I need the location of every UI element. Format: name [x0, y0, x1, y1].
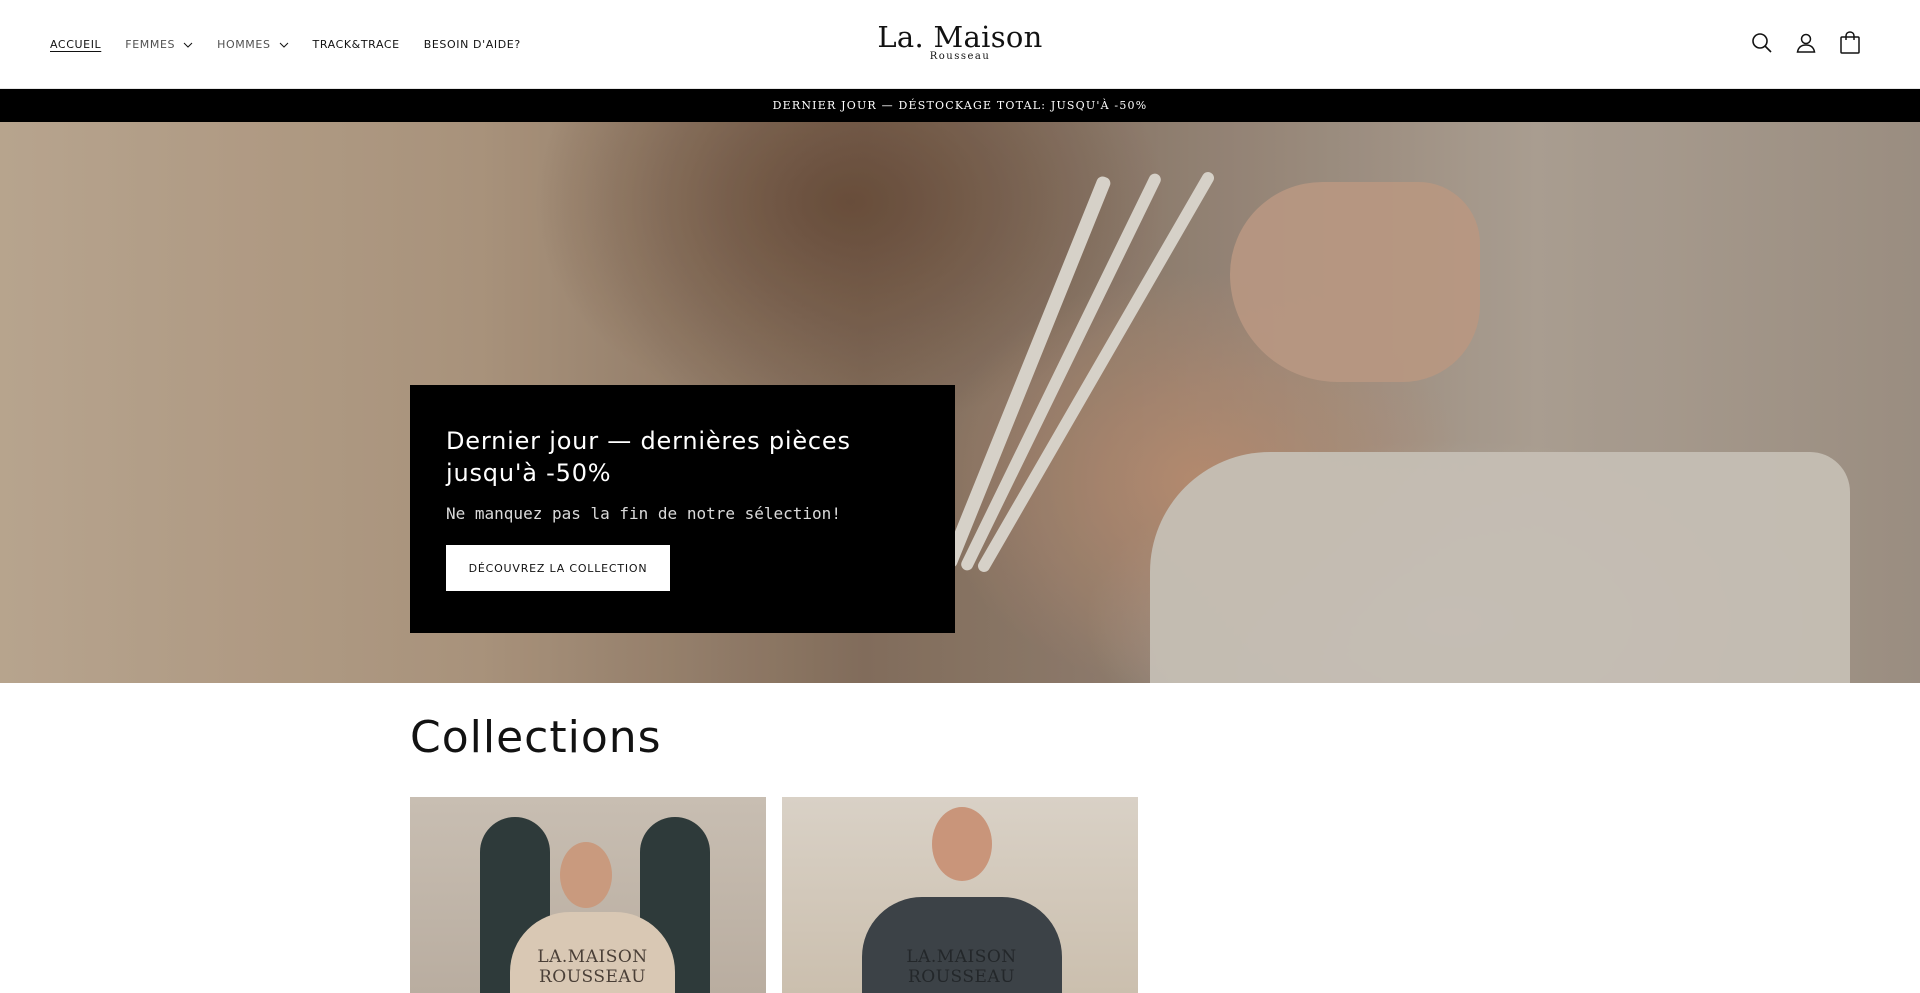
nav-item-label: TRACK&TRACE [312, 38, 400, 51]
card-print-text: LA.MAISON ROUSSEAU [906, 947, 1017, 987]
nav-item-label: HOMMES [217, 38, 271, 51]
card-image-head [560, 842, 612, 908]
hero-banner: Dernier jour — dernières pièces jusqu'à … [0, 122, 1920, 683]
collections-heading: Collections [410, 712, 662, 763]
nav-item-hommes[interactable]: HOMMES [217, 38, 288, 51]
hero-content-box: Dernier jour — dernières pièces jusqu'à … [410, 385, 955, 633]
cart-icon[interactable] [1838, 30, 1862, 56]
nav-item-accueil[interactable]: ACCUEIL [50, 38, 101, 51]
site-header: ACCUEIL FEMMES HOMMES TRACK&TRACE BESOIN… [0, 0, 1920, 89]
announcement-text: DERNIER JOUR — DÉSTOCKAGE TOTAL: JUSQU'À… [772, 99, 1148, 112]
chevron-down-icon [183, 42, 193, 48]
nav-item-femmes[interactable]: FEMMES [125, 38, 193, 51]
card-print-text: LA.MAISON ROUSSEAU [537, 947, 648, 987]
hero-subtitle: Ne manquez pas la fin de notre sélection… [446, 504, 841, 523]
nav-item-label: FEMMES [125, 38, 176, 51]
nav-item-track-trace[interactable]: TRACK&TRACE [313, 38, 400, 51]
main-nav: ACCUEIL FEMMES HOMMES TRACK&TRACE BESOIN… [50, 0, 545, 89]
discover-collection-button[interactable]: DÉCOUVREZ LA COLLECTION [446, 545, 670, 591]
logo-main-text: La. Maison [877, 20, 1043, 54]
nav-item-help[interactable]: BESOIN D'AIDE? [424, 38, 521, 51]
nav-item-label: BESOIN D'AIDE? [423, 38, 521, 51]
account-icon[interactable] [1794, 30, 1818, 56]
nav-item-label: ACCUEIL [50, 38, 102, 51]
hero-title: Dernier jour — dernières pièces jusqu'à … [446, 427, 851, 487]
announcement-bar: DERNIER JOUR — DÉSTOCKAGE TOTAL: JUSQU'À… [0, 89, 1920, 122]
search-icon[interactable] [1750, 30, 1774, 56]
hero-overlay [0, 122, 1920, 683]
header-icons [1750, 30, 1862, 56]
chevron-down-icon [279, 42, 288, 48]
collection-card-women[interactable]: LA.MAISON ROUSSEAU [410, 797, 766, 993]
card-image-head [932, 807, 992, 881]
collection-card-men[interactable]: LA.MAISON ROUSSEAU [782, 797, 1138, 993]
brand-logo[interactable]: La. Maison Rousseau [860, 22, 1060, 62]
